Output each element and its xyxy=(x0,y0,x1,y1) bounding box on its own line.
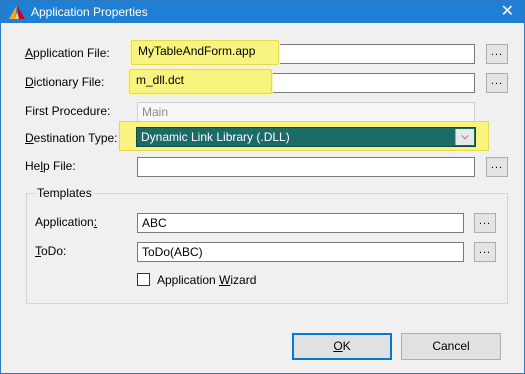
application-file-highlight[interactable]: MyTableAndForm.app xyxy=(131,40,279,65)
template-todo-browse-button[interactable]: ... xyxy=(474,242,496,262)
destination-type-select[interactable]: Dynamic Link Library (.DLL) ⌵ xyxy=(136,127,476,147)
dictionary-file-browse-button[interactable]: ... xyxy=(486,73,508,93)
template-application-label: Application: xyxy=(35,215,98,229)
template-todo-label: ToDo: xyxy=(35,244,67,258)
dictionary-file-highlight[interactable]: m_dll.dct xyxy=(129,69,272,94)
destination-type-highlight: Dynamic Link Library (.DLL) ⌵ xyxy=(119,121,489,151)
destination-type-label: Destination Type: xyxy=(25,131,118,145)
dictionary-file-label: Dictionary File: xyxy=(25,75,105,89)
template-todo-input[interactable]: ToDo(ABC) xyxy=(137,242,464,262)
application-wizard-label[interactable]: Application Wizard xyxy=(157,273,256,287)
first-procedure-input: Main xyxy=(137,102,475,122)
help-file-browse-button[interactable]: ... xyxy=(486,157,508,177)
application-wizard-checkbox[interactable] xyxy=(137,273,150,286)
template-application-input[interactable]: ABC xyxy=(137,213,464,233)
app-icon xyxy=(9,5,25,19)
template-application-browse-button[interactable]: ... xyxy=(474,213,496,233)
destination-type-value: Dynamic Link Library (.DLL) xyxy=(141,130,290,144)
close-icon[interactable]: ✕ xyxy=(501,2,514,22)
first-procedure-label: First Procedure: xyxy=(25,104,111,118)
ok-button[interactable]: OK xyxy=(292,333,392,360)
help-file-label: Help File: xyxy=(25,159,76,173)
cancel-button[interactable]: Cancel xyxy=(401,333,501,360)
help-file-input[interactable] xyxy=(137,157,475,177)
application-properties-dialog: Application Properties ✕ Application Fil… xyxy=(0,0,525,374)
window-title: Application Properties xyxy=(31,5,148,19)
application-file-label: Application File: xyxy=(25,46,110,60)
templates-group-title: Templates xyxy=(35,186,94,200)
chevron-down-icon[interactable]: ⌵ xyxy=(455,129,474,145)
title-bar[interactable]: Application Properties ✕ xyxy=(1,1,524,23)
application-file-browse-button[interactable]: ... xyxy=(486,44,508,64)
